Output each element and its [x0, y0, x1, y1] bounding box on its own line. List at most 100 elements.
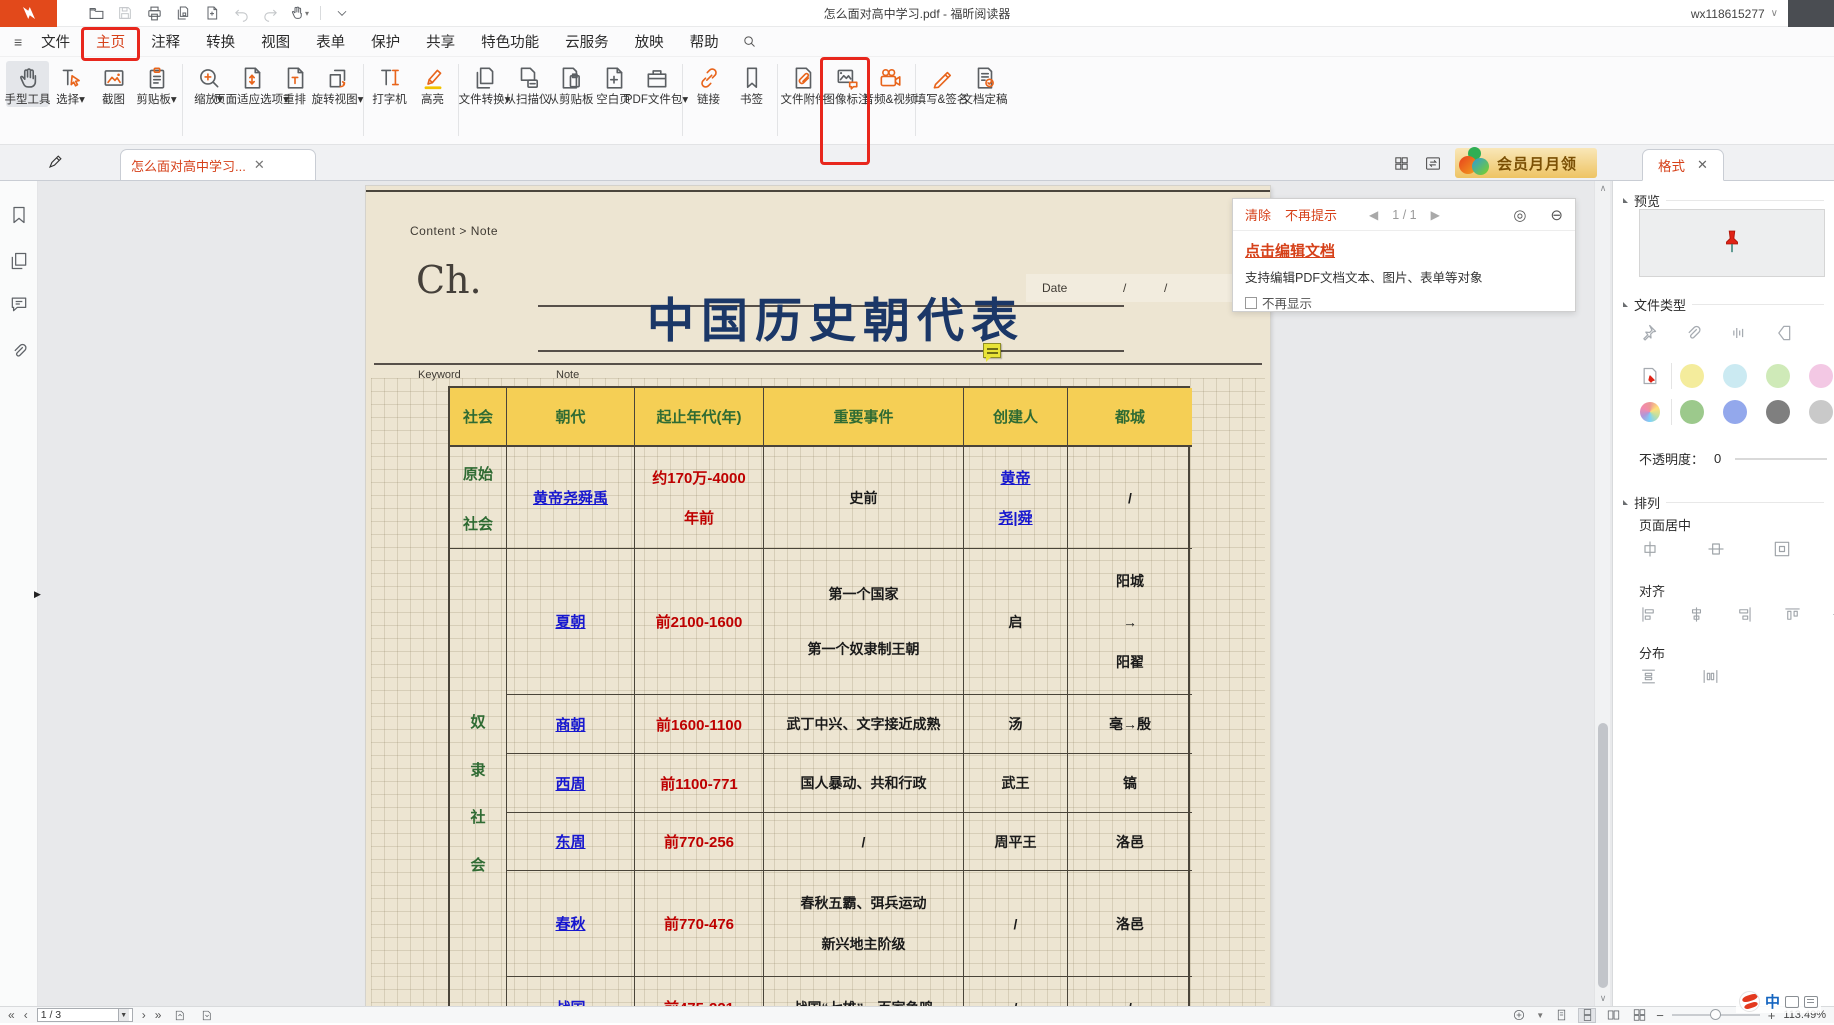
scroll-down-icon[interactable]: ∨	[1595, 993, 1611, 1004]
ribbon-button-sign[interactable]: 填写&签名	[920, 61, 963, 107]
ribbon-button-typewriter[interactable]: 打字机	[368, 61, 411, 107]
ime-keyboard-icon[interactable]	[1804, 996, 1818, 1008]
ribbon-button-hand[interactable]: 手型工具	[6, 61, 49, 107]
tab-switch-icon[interactable]	[1420, 151, 1446, 175]
preview-section-header[interactable]: 预览	[1623, 191, 1824, 210]
ribbon-button-convert[interactable]: 文件转换▾	[463, 61, 506, 107]
popup-settings-icon[interactable]: ◎	[1513, 206, 1526, 224]
dynasty-link[interactable]: 夏朝	[555, 611, 585, 632]
user-account[interactable]: wx118615277 ∨	[1691, 0, 1778, 27]
ribbon-button-reflow[interactable]: 重排	[273, 61, 316, 107]
distribute-horizontal-icon[interactable]	[1697, 667, 1723, 686]
color-row1-swatch-1[interactable]	[1723, 364, 1747, 388]
popup-prev-icon[interactable]: ◀	[1369, 208, 1378, 222]
menu-item-帮助[interactable]: 帮助	[677, 31, 732, 55]
prev-view-icon[interactable]	[170, 1008, 188, 1023]
ime-language-indicator[interactable]: 中	[1765, 991, 1780, 1012]
copy-page-icon[interactable]	[172, 3, 194, 23]
next-page-icon[interactable]: ›	[142, 1008, 146, 1022]
edit-document-link[interactable]: 点击编辑文档	[1245, 240, 1335, 261]
color-row1-swatch-0[interactable]	[1680, 364, 1704, 388]
dynasty-link[interactable]: 商朝	[555, 714, 585, 735]
color-row2-swatch-2[interactable]	[1766, 400, 1790, 424]
align-top-icon[interactable]	[1779, 605, 1805, 624]
member-benefits-button[interactable]: 会员月月领	[1455, 148, 1597, 178]
ribbon-button-select[interactable]: 选择▾	[49, 61, 92, 107]
color-row2-swatch-3[interactable]	[1809, 400, 1833, 424]
menu-item-特色功能[interactable]: 特色功能	[468, 31, 552, 55]
menu-item-视图[interactable]: 视图	[248, 31, 303, 55]
dynasty-link[interactable]: 西周	[555, 773, 585, 794]
menu-item-文件[interactable]: 文件	[28, 31, 83, 55]
menu-item-保护[interactable]: 保护	[358, 31, 413, 55]
popup-never-show[interactable]: 不再显示	[1245, 293, 1575, 312]
popup-clear-button[interactable]: 清除	[1245, 205, 1271, 224]
document-pin-icon[interactable]	[1637, 366, 1663, 386]
search-icon[interactable]	[742, 34, 757, 49]
ribbon-button-snapshot[interactable]: 截图	[92, 61, 135, 107]
center-horizontal-icon[interactable]	[1637, 539, 1663, 559]
document-tab[interactable]: 怎么面对高中学习... ✕	[120, 149, 316, 180]
ribbon-button-bookmark[interactable]: 书签	[730, 61, 773, 107]
prev-page-icon[interactable]: ‹	[24, 1008, 28, 1022]
ribbon-button-imageannot[interactable]: 图像标注	[825, 61, 868, 107]
ribbon-button-rotate[interactable]: 旋转视图▾	[316, 61, 359, 107]
sogou-ime-icon[interactable]	[1739, 991, 1760, 1012]
popup-dont-remind-button[interactable]: 不再提示	[1285, 205, 1337, 224]
comments-panel-icon[interactable]	[9, 294, 29, 314]
color-row2-swatch-1[interactable]	[1723, 400, 1747, 424]
tab-grid-view-icon[interactable]	[1388, 151, 1414, 175]
panel-expand-handle[interactable]: ▶	[34, 585, 43, 603]
page-combo-dropdown-icon[interactable]: ▼	[118, 1009, 129, 1021]
dynasty-link[interactable]: 东周	[555, 831, 585, 852]
sticky-note-annotation-icon[interactable]	[983, 343, 1001, 358]
never-show-checkbox[interactable]	[1245, 297, 1257, 309]
color-row1-swatch-2[interactable]	[1766, 364, 1790, 388]
next-view-icon[interactable]	[197, 1008, 215, 1023]
popup-next-icon[interactable]: ▶	[1431, 208, 1440, 222]
print-icon[interactable]	[143, 3, 165, 23]
menu-item-云服务[interactable]: 云服务	[552, 31, 622, 55]
single-page-view-icon[interactable]	[1552, 1008, 1570, 1023]
ribbon-button-pdfpackage[interactable]: PDF文件包▾	[635, 61, 678, 107]
pushpin-style-icon[interactable]	[1635, 323, 1661, 343]
paperclip-style-icon[interactable]	[1680, 323, 1706, 343]
hand-pointer-icon[interactable]: ▾	[288, 3, 310, 23]
dynasty-link[interactable]: 战国	[555, 997, 585, 1006]
arrange-section-header[interactable]: 排列	[1623, 493, 1824, 512]
document-view-area[interactable]: Content > Note Ch. 中国历史朝代表 Date / / Keyw…	[38, 181, 1612, 1006]
menu-item-注释[interactable]: 注释	[138, 31, 193, 55]
founder-link[interactable]: 尧|舜	[998, 507, 1032, 528]
open-file-icon[interactable]	[85, 3, 107, 23]
menu-item-表单[interactable]: 表单	[303, 31, 358, 55]
menu-item-转换[interactable]: 转换	[193, 31, 248, 55]
scrollbar-thumb[interactable]	[1598, 723, 1608, 988]
bookmarks-panel-icon[interactable]	[9, 205, 29, 225]
pen-nib-icon[interactable]	[46, 152, 66, 173]
distribute-vertical-icon[interactable]	[1635, 667, 1661, 686]
founder-link[interactable]: 黄帝	[1000, 467, 1030, 488]
ime-pen-icon[interactable]	[1785, 996, 1799, 1008]
menu-item-共享[interactable]: 共享	[413, 31, 468, 55]
page-thumbnails-icon[interactable]	[9, 251, 29, 271]
vertical-scrollbar[interactable]: ∧ ∨	[1594, 181, 1610, 1006]
mode-dropdown-icon[interactable]: ▼	[1536, 1011, 1544, 1020]
zoom-out-icon[interactable]: −	[1656, 1008, 1664, 1023]
ribbon-button-attachment[interactable]: 文件附件	[782, 61, 825, 107]
center-vertical-icon[interactable]	[1703, 539, 1729, 559]
hamburger-icon[interactable]: ≡	[14, 34, 22, 50]
customize-toolbar-icon[interactable]	[331, 3, 353, 23]
attachments-panel-icon[interactable]	[9, 341, 29, 361]
color-row1-swatch-3[interactable]	[1809, 364, 1833, 388]
menu-item-主页[interactable]: 主页	[83, 31, 138, 55]
align-middle-icon[interactable]	[1827, 605, 1834, 624]
align-center-icon[interactable]	[1683, 605, 1709, 624]
page-number-combo[interactable]: 1 / 3 ▼	[37, 1008, 133, 1022]
ribbon-button-scanner[interactable]: 从扫描仪	[506, 61, 549, 107]
ime-toolbar[interactable]: 中	[1736, 990, 1821, 1013]
ribbon-button-clipboard[interactable]: 剪贴板▾	[135, 61, 178, 107]
ribbon-button-finalize[interactable]: 文档定稿	[963, 61, 1006, 107]
tab-close-icon[interactable]: ✕	[254, 157, 265, 173]
new-page-icon[interactable]	[201, 3, 223, 23]
redo-icon[interactable]	[259, 3, 281, 23]
